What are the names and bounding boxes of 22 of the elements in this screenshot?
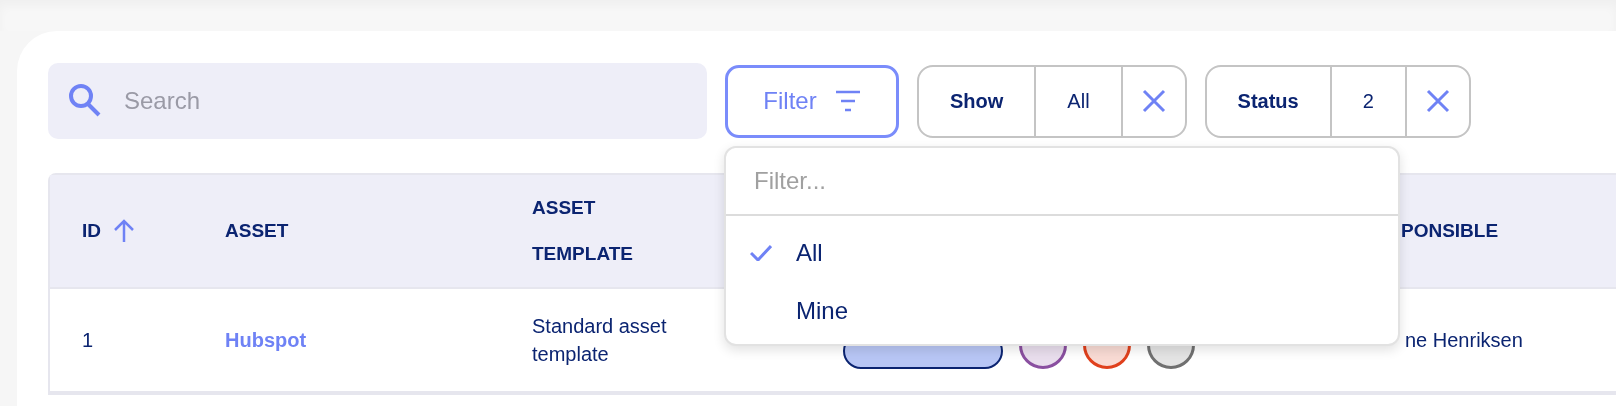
table-cell-text: Standard asset template (532, 314, 668, 367)
filter-input[interactable]: Filter... (726, 148, 1398, 216)
close-icon (1425, 89, 1450, 113)
chip-label: Show (919, 66, 1037, 136)
column-header[interactable]: PONSIBLE (1401, 208, 1551, 254)
close-icon (1141, 89, 1166, 113)
dropdown-option[interactable]: Mine (726, 282, 1398, 340)
search-icon (68, 83, 102, 119)
column-header[interactable]: ID (82, 208, 101, 254)
search-input[interactable]: Search (122, 86, 686, 116)
column-header[interactable]: ASSET (225, 208, 375, 254)
filter-icon (834, 90, 861, 112)
dropdown-option[interactable]: All (726, 224, 1398, 282)
chip-value: All (1036, 66, 1123, 136)
chip-value: 2 (1331, 66, 1407, 136)
table-cell-text: 1 (82, 328, 94, 353)
search-field[interactable]: Search (48, 63, 707, 139)
chip-label: Status (1206, 66, 1332, 136)
table-cell-text: ne Henriksen (1405, 328, 1523, 353)
filter-dropdown[interactable]: Filter... All Mine (724, 146, 1400, 346)
arrow-up-icon[interactable] (113, 219, 135, 243)
column-header[interactable]: ASSET TEMPLATE (532, 185, 682, 277)
